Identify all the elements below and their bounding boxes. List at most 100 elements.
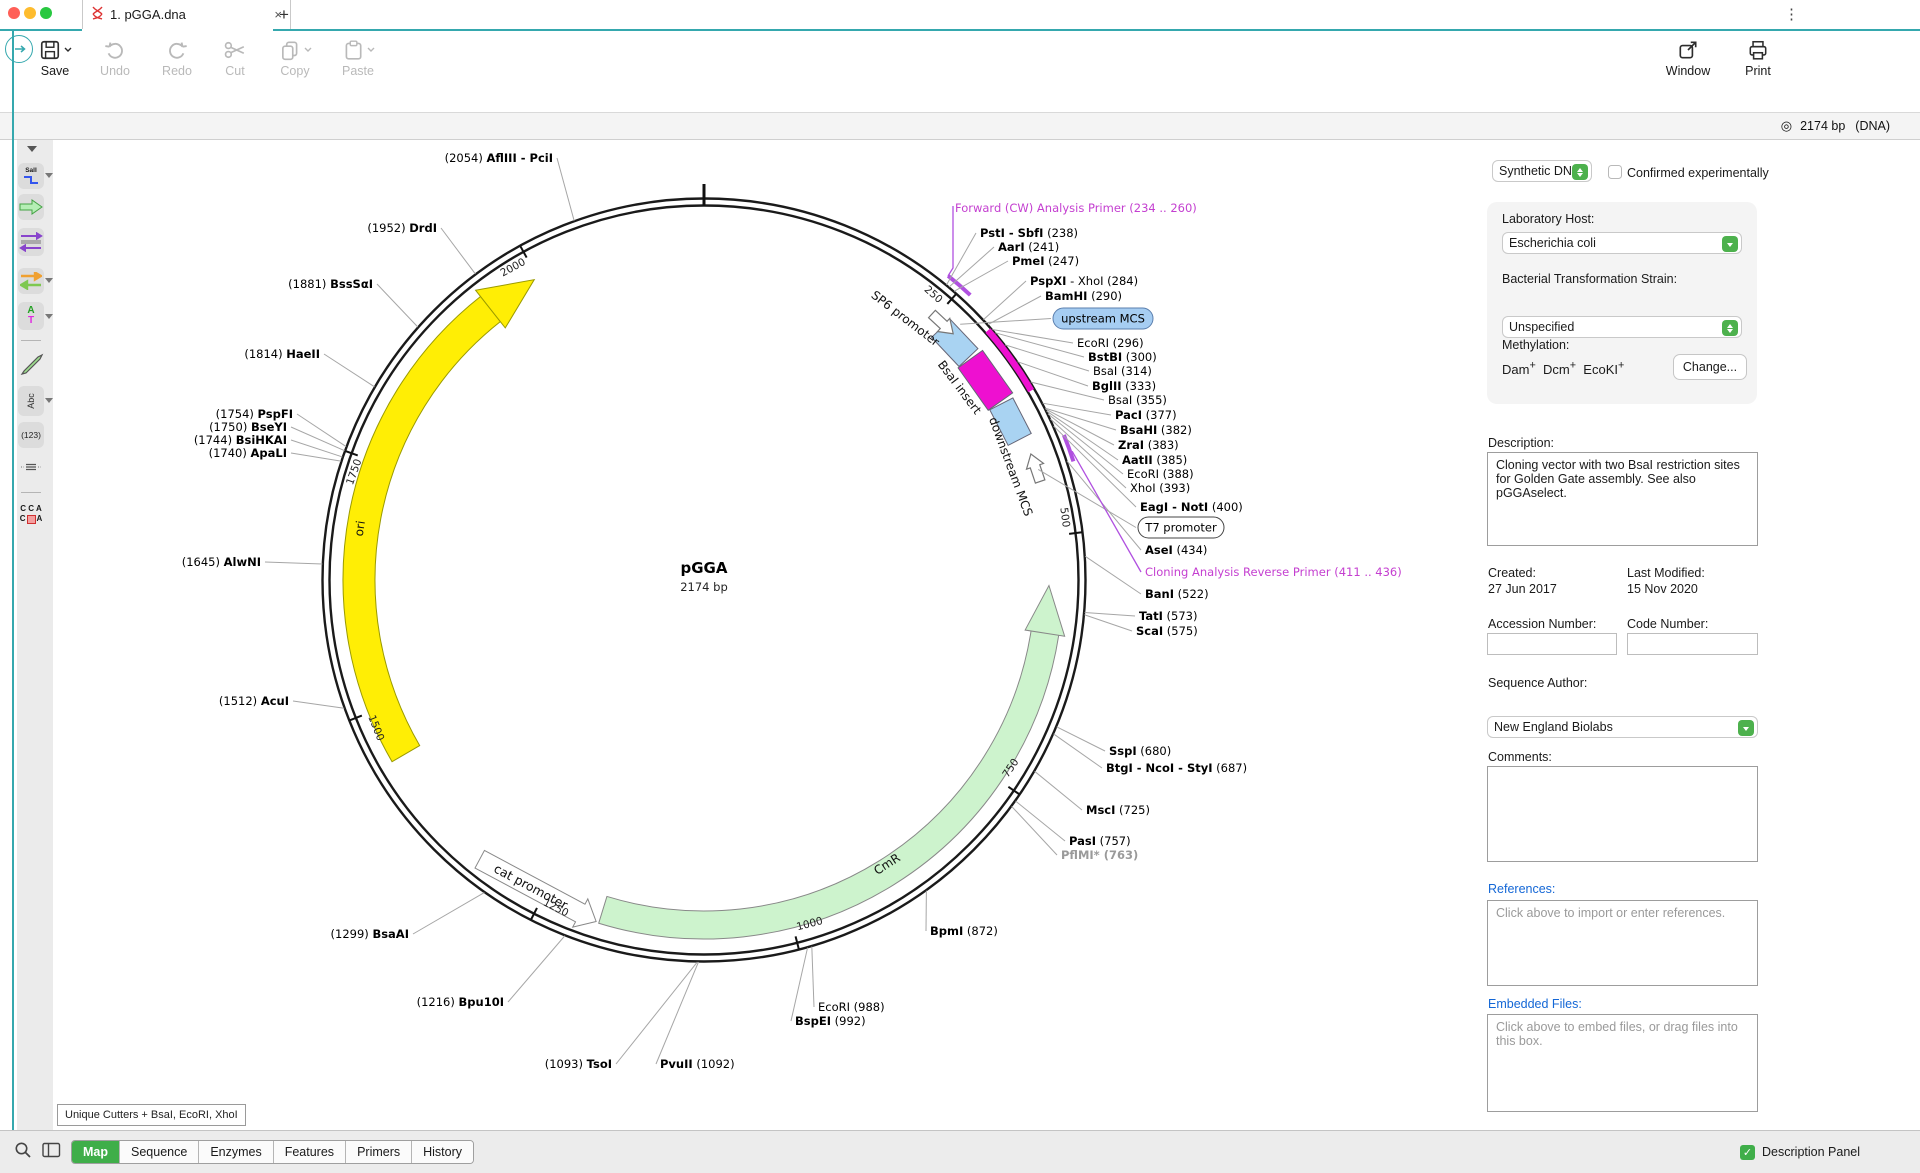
enzyme-site-label: (1814) HaeII (244, 347, 320, 361)
lab-host-value: Escherichia coli (1509, 236, 1596, 250)
enzyme-tool-label: SalI (25, 167, 37, 174)
zoom-window-button[interactable] (40, 7, 52, 19)
molecule-type-select[interactable]: Synthetic DNA (1492, 160, 1592, 182)
leader-line (508, 936, 565, 1002)
strain-select[interactable]: Unspecified (1502, 316, 1742, 338)
ruler-tool-button[interactable] (18, 458, 44, 476)
chevron-down-icon[interactable] (45, 314, 53, 319)
leader-line (992, 329, 1073, 343)
tab-history[interactable]: History (412, 1141, 473, 1163)
change-methylation-button[interactable]: Change... (1673, 354, 1747, 380)
tab-enzymes[interactable]: Enzymes (199, 1141, 273, 1163)
primer-tool-button[interactable] (18, 268, 44, 294)
embedded-files-link[interactable]: Embedded Files: (1488, 997, 1582, 1011)
save-label: Save (41, 64, 70, 78)
copy-label: Copy (280, 64, 309, 78)
description-panel-checkbox[interactable]: ✓ (1740, 1145, 1755, 1160)
leader-line (616, 962, 697, 1064)
feature-cat-promoter-arrow[interactable]: cat promoter (472, 845, 603, 935)
dna-file-icon (91, 6, 104, 23)
palette-collapse-icon[interactable] (27, 146, 37, 152)
chevron-down-icon (1738, 720, 1754, 736)
tab-primers[interactable]: Primers (346, 1141, 412, 1163)
alignment-tool-button[interactable]: C C A C A (18, 500, 44, 528)
chevron-down-icon[interactable] (45, 278, 53, 283)
enzyme-site-label: XhoI (393) (1130, 481, 1190, 495)
feature-ori[interactable] (343, 280, 534, 762)
document-tab[interactable]: 1. pGGA.dna × (82, 0, 291, 29)
redo-button[interactable]: Redo (155, 39, 199, 78)
chevron-down-icon (64, 47, 72, 53)
close-window-button[interactable] (8, 7, 20, 19)
numbering-label: (123) (21, 430, 41, 440)
methylation-dcm: Dcm+ (1543, 362, 1576, 377)
window-label: Window (1666, 64, 1710, 78)
comments-box[interactable] (1487, 766, 1758, 862)
chevron-down-icon[interactable] (45, 173, 53, 178)
accession-input[interactable] (1487, 633, 1617, 655)
map-pill-label: T7 promoter (1144, 521, 1217, 535)
enzyme-site-label: BsaI (314) (1093, 364, 1152, 378)
tab-map[interactable]: Map (72, 1141, 120, 1163)
enzyme-site-label: EagI - NotI (400) (1140, 500, 1243, 514)
chevron-down-icon[interactable] (45, 398, 53, 403)
palette-divider (21, 492, 41, 493)
view-tabs: Map Sequence Enzymes Features Primers Hi… (71, 1140, 474, 1164)
description-box[interactable]: Cloning vector with two BsaI restriction… (1487, 452, 1758, 546)
code-input[interactable] (1627, 633, 1758, 655)
translation-tool-button[interactable] (18, 228, 44, 256)
lab-host-select[interactable]: Escherichia coli (1502, 232, 1742, 254)
leader-line (812, 946, 814, 1007)
minimize-window-button[interactable] (24, 7, 36, 19)
enzyme-site-label: PmeI (247) (1012, 254, 1079, 268)
leader-line (1016, 801, 1065, 841)
feature-cmr[interactable] (599, 585, 1065, 939)
panel-layout-icon[interactable] (42, 1142, 61, 1163)
undo-button[interactable]: Undo (93, 39, 137, 78)
copy-button[interactable]: Copy (271, 39, 319, 78)
edit-bases-tool-button[interactable]: A T (18, 302, 44, 330)
overflow-menu-icon[interactable]: ⋮ (1784, 5, 1799, 23)
enzyme-site-label: (1740) ApaLI (209, 446, 287, 460)
paste-button[interactable]: Paste (334, 39, 382, 78)
annotate-tool-button[interactable] (18, 350, 44, 380)
save-button[interactable]: Save (33, 39, 77, 78)
base-t-letter: T (28, 316, 34, 326)
new-tab-button[interactable]: + (279, 5, 289, 25)
methylation-label: Methylation: (1502, 338, 1569, 352)
tab-features[interactable]: Features (274, 1141, 346, 1163)
leader-line (948, 206, 953, 276)
numbering-tool-button[interactable]: (123) (18, 422, 44, 448)
abc-label: Abc (26, 393, 36, 409)
collapse-sidebar-button[interactable] (5, 35, 33, 63)
undo-icon (104, 39, 126, 61)
tab-sequence[interactable]: Sequence (120, 1141, 199, 1163)
feature-tool-button[interactable] (18, 194, 44, 220)
references-link[interactable]: References: (1488, 882, 1555, 896)
enzyme-site-label: MscI (725) (1086, 803, 1150, 817)
author-select[interactable]: New England Biolabs (1487, 716, 1758, 738)
feature-t7-promoter-arrow[interactable] (1022, 451, 1048, 484)
chevron-down-icon (304, 47, 312, 53)
chevron-down-icon (367, 47, 375, 53)
plasmid-map-canvas[interactable]: cat promoter2505007501000125015001750200… (53, 140, 1473, 1130)
enzyme-site-label: AatII (385) (1122, 453, 1187, 467)
print-label: Print (1745, 64, 1771, 78)
window-button[interactable]: Window (1662, 39, 1714, 78)
selection-icon: ◎ (1781, 118, 1792, 134)
embedded-files-box[interactable]: Click above to embed files, or drag file… (1487, 1014, 1758, 1112)
plasmid-map-svg: cat promoter2505007501000125015001750200… (53, 140, 1473, 1130)
enzyme-site-label: TatI (573) (1139, 609, 1198, 623)
stepper-icon (1572, 164, 1588, 180)
print-button[interactable]: Print (1736, 39, 1780, 78)
text-tool-button[interactable]: Abc (18, 386, 44, 416)
enzyme-tool-button[interactable]: SalI (18, 163, 44, 189)
leader-line (293, 701, 344, 708)
references-box[interactable]: Click above to import or enter reference… (1487, 900, 1758, 986)
enzyme-site-label: (1645) AlwNI (182, 555, 261, 569)
enzyme-site-label: PvuII (1092) (660, 1057, 735, 1071)
confirmed-checkbox[interactable] (1608, 165, 1622, 179)
enzyme-site-label: PacI (377) (1115, 408, 1177, 422)
cut-button[interactable]: Cut (213, 39, 257, 78)
zoom-tool-icon[interactable] (14, 1141, 32, 1164)
